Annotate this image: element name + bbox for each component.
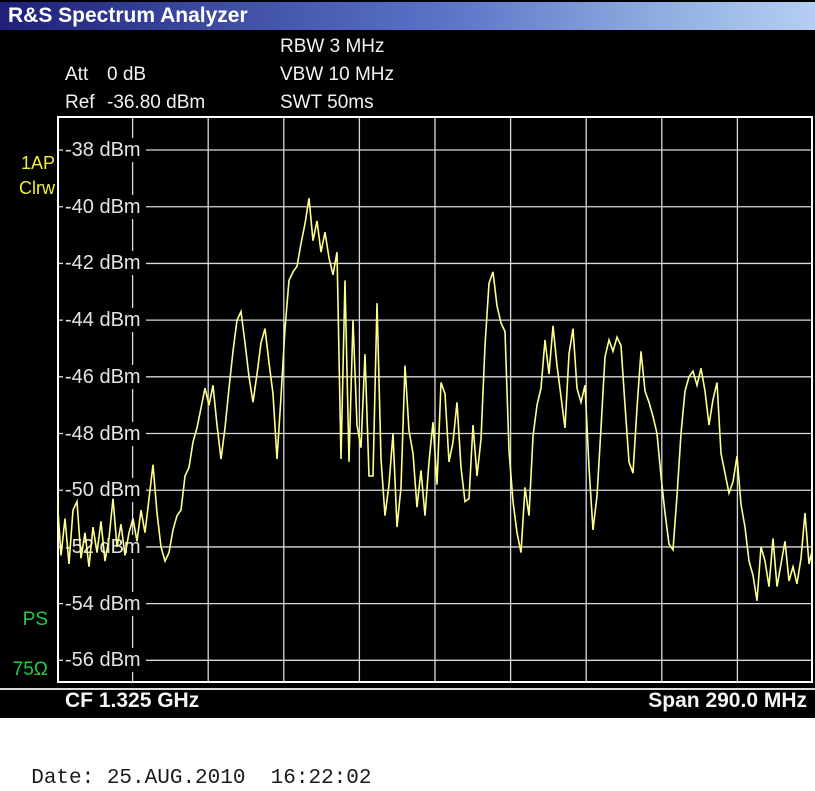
trace-mode-label: 1AP Clrw (0, 151, 55, 201)
frequency-footer: CF 1.325 GHz Span 290.0 MHz (0, 686, 815, 716)
trace-number-label: 1AP (0, 151, 55, 176)
ref-label: Ref (65, 92, 107, 114)
title-bar: R&S Spectrum Analyzer (0, 0, 815, 30)
preamp-text: PS (23, 609, 48, 630)
vbw-value: VBW 10 MHz (280, 64, 394, 85)
app-title: R&S Spectrum Analyzer (0, 4, 248, 27)
ref-value: -36.80 dBm (107, 92, 205, 113)
ref-readout: Ref-36.80 dBm (65, 92, 205, 114)
att-readout: Att0 dB (65, 64, 146, 86)
impedance-status-label: 75Ω (0, 660, 48, 680)
rbw-readout: RBW 3 MHz (280, 36, 385, 58)
preamp-status-label: PS (0, 610, 48, 630)
swt-value: SWT 50ms (280, 92, 374, 113)
impedance-text: 75Ω (13, 659, 48, 680)
analyzer-screen: RBW 3 MHz Att0 dB VBW 10 MHz Ref-36.80 d… (0, 30, 815, 718)
center-frequency-readout: CF 1.325 GHz (65, 686, 199, 716)
date-text: Date: 25.AUG.2010 16:22:02 (31, 767, 371, 790)
att-value: 0 dB (107, 64, 146, 85)
rbw-value: RBW 3 MHz (280, 36, 385, 57)
span-readout: Span 290.0 MHz (648, 686, 807, 716)
date-line: Date: 25.AUG.2010 16:22:02 (6, 744, 371, 790)
detector-label: Clrw (0, 176, 55, 201)
screen-bottom-divider (0, 688, 815, 690)
swt-readout: SWT 50ms (280, 92, 374, 114)
spectrum-trace (57, 116, 813, 683)
spectrum-graph: -38 dBm-40 dBm-42 dBm-44 dBm-46 dBm-48 d… (57, 116, 813, 683)
vbw-readout: VBW 10 MHz (280, 64, 394, 86)
trace1-polyline (57, 198, 813, 601)
att-label: Att (65, 64, 107, 86)
